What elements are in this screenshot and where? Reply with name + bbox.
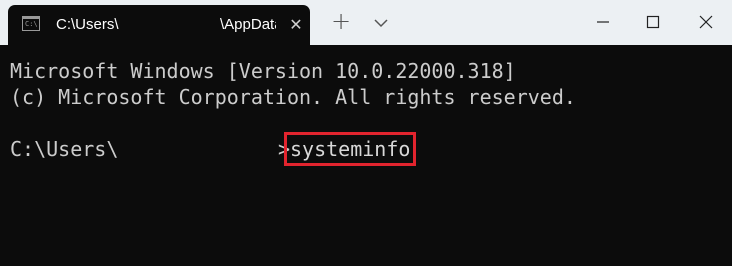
title-bar: C:\ C:\Users\ \AppData ✕ + [0,0,732,45]
terminal-line: Microsoft Windows [Version 10.0.22000.31… [10,59,516,83]
command-highlight[interactable]: systeminfo [284,132,417,166]
chevron-down-icon[interactable] [372,14,390,32]
new-tab-button[interactable]: + [328,9,354,35]
prompt-path: C:\Users\ [10,137,119,161]
maximize-icon[interactable] [630,0,676,45]
tab-title-appdata: \AppData [220,16,276,33]
terminal-line: (c) Microsoft Corporation. All rights re… [10,85,576,109]
tab-title-path: C:\Users\ [56,16,119,33]
terminal-icon: C:\ [22,16,40,31]
tab-close-icon[interactable]: ✕ [286,15,306,35]
close-icon[interactable] [683,0,729,45]
minimize-icon[interactable] [580,0,626,45]
terminal-output[interactable]: Microsoft Windows [Version 10.0.22000.31… [10,58,732,166]
terminal-tab[interactable]: C:\ C:\Users\ \AppData ✕ [8,5,310,45]
prompt-line[interactable]: C:\Users\ > systeminfo [10,132,732,166]
